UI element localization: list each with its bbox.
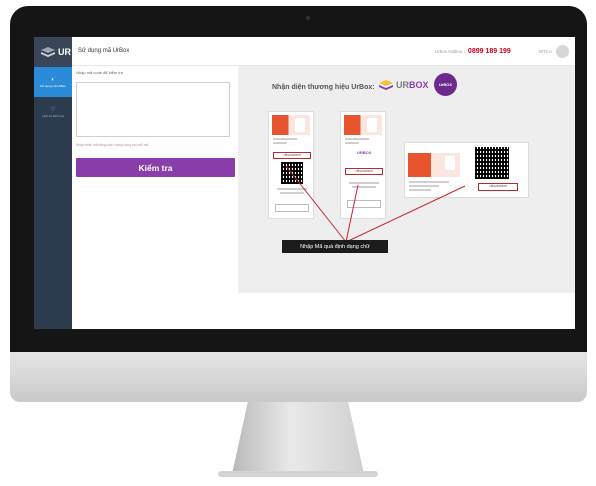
panel-footer bbox=[238, 293, 575, 329]
qr-code bbox=[281, 162, 303, 184]
qr-code bbox=[475, 147, 509, 179]
voucher-image bbox=[344, 115, 382, 135]
history-icon: ♡ bbox=[50, 106, 56, 113]
voucher-brand-logo: URBOX bbox=[357, 150, 372, 155]
voucher-code-box: UB12345678 bbox=[273, 152, 311, 159]
page-title: Sử dụng mã UrBox bbox=[78, 48, 130, 54]
voucher-sample-1: UB12345678 bbox=[268, 111, 314, 219]
avatar[interactable] bbox=[556, 44, 569, 58]
voucher-sample-2: URBOX UB12345678 bbox=[340, 111, 386, 219]
code-check-form: Nhập mã code để kiểm tra Nhập nhiều mã b… bbox=[72, 66, 238, 329]
voucher-sample-3: UB12345678 bbox=[404, 142, 529, 198]
code-input-hint: Nhập nhiều mã bằng cách xuống dòng sau m… bbox=[76, 143, 149, 147]
monitor-chin bbox=[10, 352, 587, 402]
voucher-code-box: UB12345678 bbox=[345, 168, 383, 175]
voucher-button bbox=[347, 200, 381, 208]
code-input-label: Nhập mã code để kiểm tra bbox=[76, 70, 123, 75]
voucher-code-box: UB12345678 bbox=[478, 183, 518, 191]
voucher-button bbox=[275, 204, 309, 212]
app-screen: UR ◐ Sử dụng mã UrBox ♡ Lịch sử kiểm tra… bbox=[34, 37, 575, 329]
brand-logo-text-a: UR bbox=[396, 80, 409, 90]
voucher-image bbox=[408, 153, 460, 177]
code-input[interactable] bbox=[76, 82, 230, 137]
hotline-label: Urbox Hotline : bbox=[435, 48, 465, 54]
monitor-stand-base bbox=[218, 471, 378, 477]
voucher-image bbox=[272, 115, 310, 135]
top-bar: Sử dụng mã UrBox Urbox Hotline : 0899 18… bbox=[72, 37, 575, 66]
sidebar-item-label: Lịch sử kiểm tra bbox=[42, 113, 64, 118]
check-button[interactable]: Kiểm tra bbox=[76, 158, 235, 177]
monitor-stand bbox=[232, 402, 364, 474]
circle-icon: ◐ bbox=[51, 76, 55, 83]
brand-guide-panel: Nhận diện thương hiệu UrBox: URBOX UrBOX… bbox=[238, 66, 575, 293]
brand-guide-title: Nhận diện thương hiệu UrBox: bbox=[272, 84, 375, 91]
sidebar-logo[interactable]: UR bbox=[34, 37, 72, 67]
sidebar-logo-text: UR bbox=[58, 47, 71, 57]
sidebar-item-label: Sử dụng mã UrBox bbox=[40, 83, 66, 88]
user-name[interactable]: WTCA bbox=[539, 49, 552, 54]
urbox-logo-icon bbox=[41, 47, 55, 57]
callout-label: Nhập Mã quà định dạng chữ bbox=[282, 240, 388, 253]
sidebar-item-history[interactable]: ♡ Lịch sử kiểm tra bbox=[34, 97, 72, 127]
urbox-logo-icon bbox=[379, 80, 393, 90]
sidebar-item-use-code[interactable]: ◐ Sử dụng mã UrBox bbox=[34, 67, 72, 97]
hotline-number: 0899 189 199 bbox=[467, 47, 511, 55]
sidebar: UR ◐ Sử dụng mã UrBox ♡ Lịch sử kiểm tra bbox=[34, 37, 72, 329]
brand-logo-text-b: BOX bbox=[409, 80, 429, 90]
urbox-circle-logo: UrBOX bbox=[434, 73, 457, 96]
camera-icon bbox=[306, 16, 310, 20]
urbox-brand-logo: URBOX bbox=[378, 79, 429, 91]
